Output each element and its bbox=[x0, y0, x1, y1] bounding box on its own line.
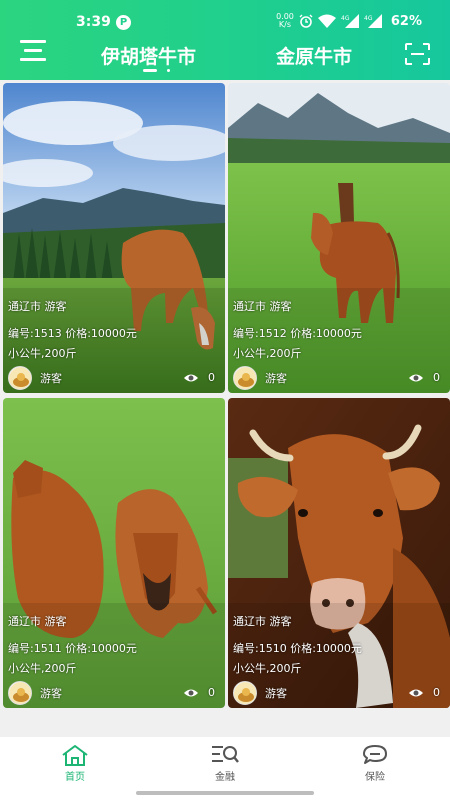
nav-home-label: 首页 bbox=[65, 772, 85, 783]
views-icon bbox=[184, 374, 198, 382]
card-description: 小公牛,200斤 bbox=[8, 347, 77, 360]
alarm-icon bbox=[299, 14, 313, 28]
card-username: 游客 bbox=[265, 687, 287, 700]
status-icons: 0.00 K/s 4G 4G 62% bbox=[276, 13, 422, 29]
gesture-bar[interactable] bbox=[136, 791, 314, 795]
svg-text:4G: 4G bbox=[364, 15, 373, 22]
chat-bubble-icon bbox=[363, 745, 387, 764]
avatar bbox=[8, 366, 32, 390]
tab-indicator-dot bbox=[167, 69, 170, 72]
listing-card[interactable]: 通辽市 游客 编号:1513 价格:10000元 小公牛,200斤 游客 0 bbox=[3, 83, 225, 393]
card-location: 通辽市 游客 bbox=[233, 615, 292, 628]
card-view-count: 0 bbox=[208, 686, 215, 699]
listing-grid: 通辽市 游客 编号:1513 价格:10000元 小公牛,200斤 游客 0 通… bbox=[0, 80, 450, 735]
active-tab-indicator bbox=[143, 69, 157, 72]
home-icon bbox=[62, 745, 88, 766]
views-icon bbox=[184, 689, 198, 697]
card-location: 通辽市 游客 bbox=[233, 300, 292, 313]
tab-yihuta-market[interactable]: 伊胡塔牛市 bbox=[101, 42, 196, 69]
nav-insurance[interactable]: 保险 bbox=[300, 737, 450, 787]
card-id-price: 编号:1511 价格:10000元 bbox=[8, 642, 137, 655]
app-notification-icon: P bbox=[116, 15, 131, 30]
app-header: 3:39 P 0.00 K/s 4G 4G 62% 伊胡塔牛市 金原牛市 bbox=[0, 0, 450, 80]
card-id-price: 编号:1510 价格:10000元 bbox=[233, 642, 362, 655]
listing-card[interactable]: 通辽市 游客 编号:1510 价格:10000元 小公牛,200斤 游客 0 bbox=[228, 398, 450, 708]
battery-level: 62% bbox=[390, 13, 422, 29]
avatar bbox=[233, 681, 257, 705]
signal-4g-icon: 4G bbox=[364, 14, 382, 28]
card-view-count: 0 bbox=[208, 371, 215, 384]
signal-4g-icon: 4G bbox=[341, 14, 359, 28]
nav-finance-label: 金融 bbox=[215, 772, 235, 783]
card-username: 游客 bbox=[40, 687, 62, 700]
nav-home[interactable]: 首页 bbox=[0, 737, 150, 787]
listing-card[interactable]: 通辽市 游客 编号:1512 价格:10000元 小公牛,200斤 游客 0 bbox=[228, 83, 450, 393]
card-location: 通辽市 游客 bbox=[8, 615, 67, 628]
card-id-price: 编号:1513 价格:10000元 bbox=[8, 327, 137, 340]
network-speed: 0.00 K/s bbox=[276, 12, 294, 29]
finance-search-icon bbox=[212, 746, 239, 763]
avatar bbox=[233, 366, 257, 390]
card-description: 小公牛,200斤 bbox=[8, 662, 77, 675]
views-icon bbox=[409, 374, 423, 382]
card-location: 通辽市 游客 bbox=[8, 300, 67, 313]
views-icon bbox=[409, 689, 423, 697]
status-bar: 3:39 P 0.00 K/s 4G 4G 62% bbox=[0, 0, 450, 40]
card-view-count: 0 bbox=[433, 686, 440, 699]
scan-icon[interactable] bbox=[405, 43, 430, 65]
menu-icon[interactable] bbox=[20, 40, 48, 64]
card-view-count: 0 bbox=[433, 371, 440, 384]
svg-text:4G: 4G bbox=[341, 15, 350, 22]
card-description: 小公牛,200斤 bbox=[233, 662, 302, 675]
card-username: 游客 bbox=[40, 372, 62, 385]
card-username: 游客 bbox=[265, 372, 287, 385]
card-id-price: 编号:1512 价格:10000元 bbox=[233, 327, 362, 340]
listing-card[interactable]: 通辽市 游客 编号:1511 价格:10000元 小公牛,200斤 游客 0 bbox=[3, 398, 225, 708]
wifi-icon bbox=[317, 14, 336, 28]
status-time: 3:39 bbox=[76, 14, 111, 30]
card-description: 小公牛,200斤 bbox=[233, 347, 302, 360]
nav-insurance-label: 保险 bbox=[365, 772, 385, 783]
tab-jinyuan-market[interactable]: 金原牛市 bbox=[276, 42, 352, 69]
avatar bbox=[8, 681, 32, 705]
nav-finance[interactable]: 金融 bbox=[150, 737, 300, 787]
